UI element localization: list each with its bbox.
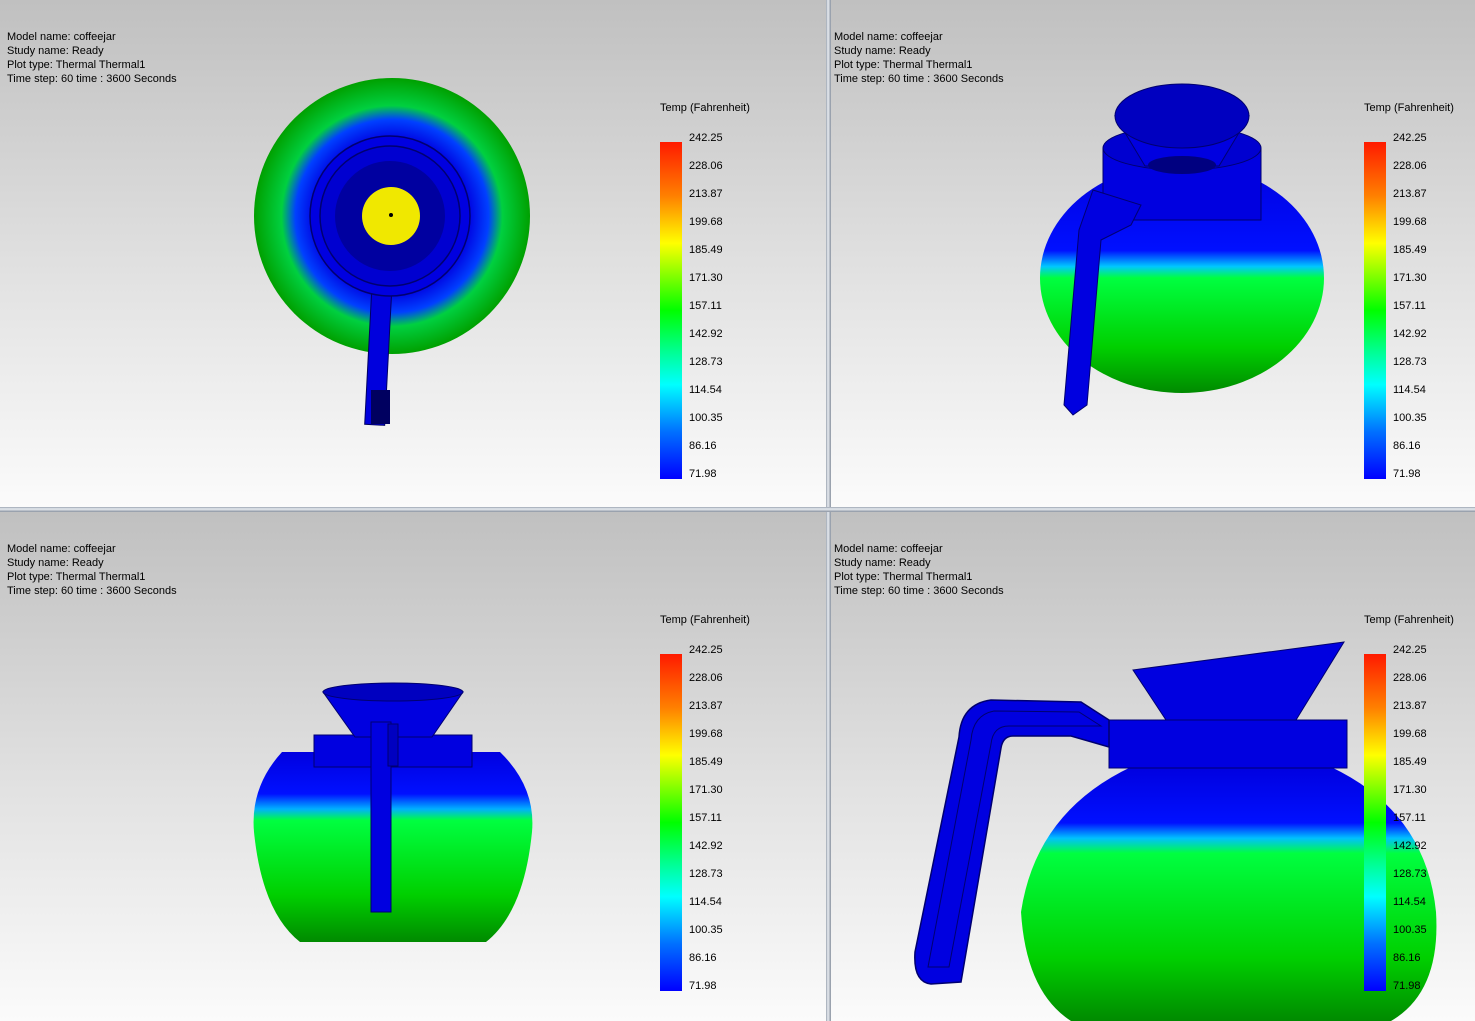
legend-value: 213.87 <box>1393 700 1427 712</box>
legend-value: 185.49 <box>689 244 723 256</box>
legend-value: 199.68 <box>1393 216 1427 228</box>
legend-title: Temp (Fahrenheit) <box>660 614 750 626</box>
study-info: Model name: coffeejar Study name: Ready … <box>834 30 1004 86</box>
time-step: Time step: 60 time : 3600 Seconds <box>834 73 1004 85</box>
study-info: Model name: coffeejar Study name: Ready … <box>7 542 177 598</box>
legend-value: 100.35 <box>1393 924 1427 936</box>
legend-value: 171.30 <box>689 784 723 796</box>
model-name: Model name: coffeejar <box>7 31 116 43</box>
legend-value: 228.06 <box>689 160 723 172</box>
study-name: Study name: Ready <box>834 557 931 569</box>
study-name: Study name: Ready <box>7 45 104 57</box>
legend-value: 199.68 <box>689 728 723 740</box>
plot-type: Plot type: Thermal Thermal1 <box>7 59 146 71</box>
legend-value: 128.73 <box>689 868 723 880</box>
legend-color-bar <box>1364 142 1386 479</box>
legend-values: 242.25 228.06 213.87 199.68 185.49 171.3… <box>689 643 723 1007</box>
model-name: Model name: coffeejar <box>834 543 943 555</box>
legend-value: 86.16 <box>689 440 717 452</box>
time-step: Time step: 60 time : 3600 Seconds <box>834 585 1004 597</box>
legend-value: 114.54 <box>689 896 722 908</box>
legend-values: 242.25 228.06 213.87 199.68 185.49 171.3… <box>1393 643 1427 1007</box>
legend-value: 242.25 <box>1393 132 1427 144</box>
legend-title: Temp (Fahrenheit) <box>1364 102 1454 114</box>
legend-value: 171.30 <box>1393 272 1427 284</box>
legend-value: 185.49 <box>689 756 723 768</box>
legend-value: 171.30 <box>689 272 723 284</box>
viewport-front-view[interactable]: Model name: coffeejar Study name: Ready … <box>0 512 826 1021</box>
legend-value: 157.11 <box>689 812 722 824</box>
legend-value: 157.11 <box>1393 812 1426 824</box>
viewport-top-view[interactable]: Model name: coffeejar Study name: Ready … <box>0 0 826 507</box>
legend-value: 157.11 <box>1393 300 1426 312</box>
legend-value: 199.68 <box>689 216 723 228</box>
legend-color-bar <box>1364 654 1386 991</box>
legend-values: 242.25 228.06 213.87 199.68 185.49 171.3… <box>689 131 723 495</box>
study-name: Study name: Ready <box>834 45 931 57</box>
legend-value: 71.98 <box>1393 468 1421 480</box>
legend-value: 142.92 <box>689 840 723 852</box>
legend-value: 213.87 <box>689 700 723 712</box>
study-info: Model name: coffeejar Study name: Ready … <box>7 30 177 86</box>
plot-type: Plot type: Thermal Thermal1 <box>834 59 973 71</box>
model-name: Model name: coffeejar <box>7 543 116 555</box>
legend-value: 185.49 <box>1393 244 1427 256</box>
legend-value: 100.35 <box>1393 412 1427 424</box>
time-step: Time step: 60 time : 3600 Seconds <box>7 585 177 597</box>
legend-value: 114.54 <box>689 384 722 396</box>
legend-value: 86.16 <box>689 952 717 964</box>
legend-value: 71.98 <box>1393 980 1421 992</box>
legend-value: 71.98 <box>689 468 717 480</box>
legend-value: 100.35 <box>689 412 723 424</box>
legend-value: 185.49 <box>1393 756 1427 768</box>
legend-value: 114.54 <box>1393 384 1426 396</box>
legend-value: 100.35 <box>689 924 723 936</box>
model-name: Model name: coffeejar <box>834 31 943 43</box>
study-name: Study name: Ready <box>7 557 104 569</box>
legend-values: 242.25 228.06 213.87 199.68 185.49 171.3… <box>1393 131 1427 495</box>
temperature-legend: Temp (Fahrenheit) 242.25 228.06 213.87 1… <box>660 102 770 487</box>
legend-title: Temp (Fahrenheit) <box>660 102 750 114</box>
legend-title: Temp (Fahrenheit) <box>1364 614 1454 626</box>
legend-value: 228.06 <box>1393 160 1427 172</box>
legend-value: 199.68 <box>1393 728 1427 740</box>
plot-type: Plot type: Thermal Thermal1 <box>7 571 146 583</box>
study-info: Model name: coffeejar Study name: Ready … <box>834 542 1004 598</box>
temperature-legend: Temp (Fahrenheit) 242.25 228.06 213.87 1… <box>1364 614 1474 999</box>
legend-value: 128.73 <box>1393 868 1427 880</box>
legend-value: 128.73 <box>689 356 723 368</box>
temperature-legend: Temp (Fahrenheit) 242.25 228.06 213.87 1… <box>1364 102 1474 487</box>
legend-value: 142.92 <box>1393 840 1427 852</box>
legend-value: 242.25 <box>689 132 723 144</box>
legend-value: 142.92 <box>689 328 723 340</box>
viewport-isometric-view[interactable]: Model name: coffeejar Study name: Ready … <box>831 0 1475 507</box>
legend-color-bar <box>660 142 682 479</box>
plot-type: Plot type: Thermal Thermal1 <box>834 571 973 583</box>
viewport-side-view[interactable]: Model name: coffeejar Study name: Ready … <box>831 512 1475 1021</box>
legend-value: 213.87 <box>689 188 723 200</box>
legend-color-bar <box>660 654 682 991</box>
legend-value: 86.16 <box>1393 440 1421 452</box>
legend-value: 142.92 <box>1393 328 1427 340</box>
time-step: Time step: 60 time : 3600 Seconds <box>7 73 177 85</box>
legend-value: 71.98 <box>689 980 717 992</box>
legend-value: 242.25 <box>689 644 723 656</box>
horizontal-splitter[interactable] <box>0 507 1475 512</box>
legend-value: 228.06 <box>689 672 723 684</box>
legend-value: 114.54 <box>1393 896 1426 908</box>
legend-value: 213.87 <box>1393 188 1427 200</box>
temperature-legend: Temp (Fahrenheit) 242.25 228.06 213.87 1… <box>660 614 770 999</box>
legend-value: 128.73 <box>1393 356 1427 368</box>
legend-value: 228.06 <box>1393 672 1427 684</box>
legend-value: 157.11 <box>689 300 722 312</box>
legend-value: 171.30 <box>1393 784 1427 796</box>
legend-value: 86.16 <box>1393 952 1421 964</box>
legend-value: 242.25 <box>1393 644 1427 656</box>
